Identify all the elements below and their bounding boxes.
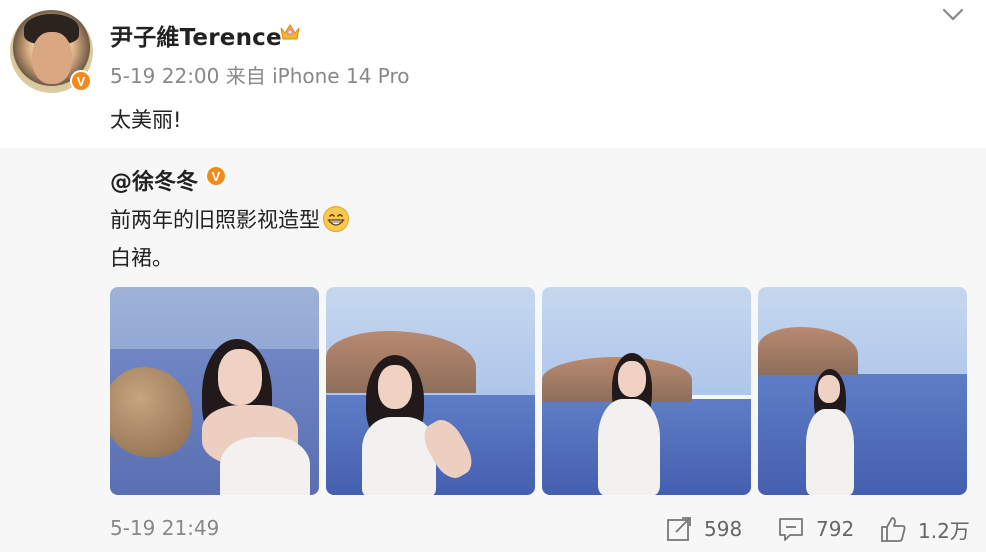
repost-card: @徐冬冬 V 前两年的旧照影视造型 白裙。 [0, 148, 986, 552]
like-count: 1.2万 [918, 518, 970, 543]
repost-username[interactable]: @徐冬冬 [110, 164, 198, 196]
comment-button[interactable]: 792 [776, 514, 854, 544]
comment-count: 792 [816, 517, 855, 541]
repost-text-line-2: 白裙。 [110, 246, 173, 270]
thumbs-up-icon [881, 517, 906, 542]
repost-text-line-1: 前两年的旧照影视造型 [110, 204, 350, 234]
comment-icon [779, 518, 803, 541]
verified-badge-icon: V [70, 70, 92, 92]
share-icon [667, 517, 691, 541]
author-name[interactable]: 尹子維Terence [110, 18, 282, 52]
post-meta: 5-19 22:00 来自 iPhone 14 Pro [110, 60, 410, 89]
share-button[interactable]: 598 [664, 514, 742, 544]
post-source: 来自 iPhone 14 Pro [225, 64, 410, 88]
photo-4[interactable] [758, 287, 967, 495]
verified-badge-icon: V [205, 165, 227, 187]
post-timestamp[interactable]: 5-19 22:00 [110, 64, 219, 88]
crown-icon [280, 24, 300, 40]
post-text: 太美丽! [110, 108, 182, 132]
repost-text: 前两年的旧照影视造型 [110, 208, 320, 232]
repost-timestamp[interactable]: 5-19 21:49 [110, 516, 219, 540]
like-button[interactable]: 1.2万 [878, 514, 970, 544]
photo-3[interactable] [542, 287, 751, 495]
photo-2[interactable] [326, 287, 535, 495]
photo-1[interactable] [110, 287, 319, 495]
chevron-down-icon[interactable] [940, 6, 966, 24]
share-count: 598 [704, 517, 743, 541]
grin-emoji-icon [323, 206, 349, 232]
